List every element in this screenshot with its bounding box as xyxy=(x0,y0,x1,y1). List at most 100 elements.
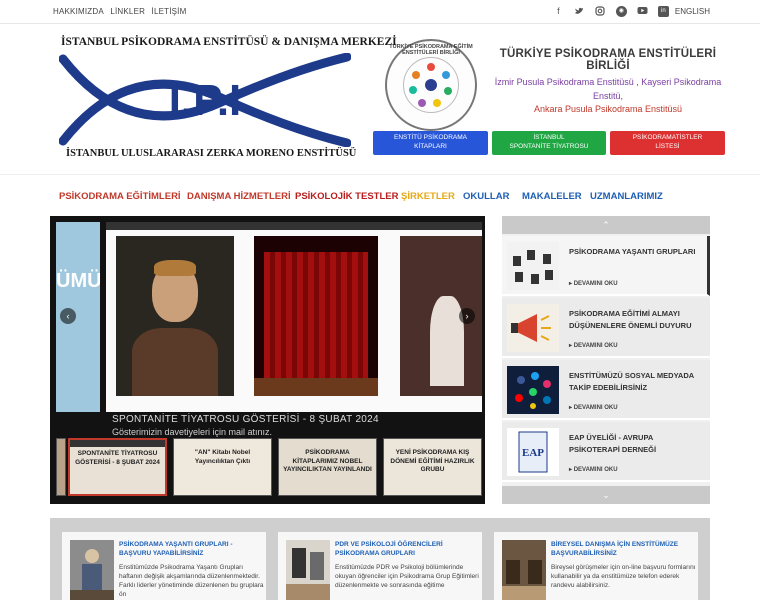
union-info: TÜRKİYE PSİKODRAMA ENSTİTÜLERİ BİRLİĞİ İ… xyxy=(488,48,728,117)
button-label-line2: LİSTESİ xyxy=(655,142,680,150)
linkedin-icon[interactable]: in xyxy=(657,6,669,17)
institute-logo[interactable]: İSTANBUL PSİKODRAMA ENSTİTÜSÜ & DANIŞMA … xyxy=(55,36,397,164)
social-media-image xyxy=(507,366,559,414)
thumb-title: SPONTANİTE TİYATROSU GÖSTERİSİ - 8 ŞUBAT… xyxy=(75,450,160,466)
slider-thumb[interactable] xyxy=(56,438,66,496)
card-image xyxy=(286,540,330,600)
sidebar-item-title[interactable]: EAP ÜYELİĞİ - AVRUPA PSİKOTERAPİ DERNEĞİ xyxy=(569,432,705,456)
stage-floor xyxy=(254,378,378,396)
button-label-line2: KİTAPLARI xyxy=(414,142,447,150)
sidebar-item-title[interactable]: PSİKODRAMA EĞİTİMİ ALMAYI DÜŞÜNENLERE ÖN… xyxy=(569,308,705,332)
slide-title[interactable]: SPONTANİTE TİYATROSU GÖSTERİSİ - 8 ŞUBAT… xyxy=(112,414,482,425)
logo-top-text: İSTANBUL PSİKODRAMA ENSTİTÜSÜ & DANIŞMA … xyxy=(61,36,397,48)
card-text: Enstitümüzde PDR ve Psikoloji bölümlerin… xyxy=(335,564,479,589)
slider-thumb[interactable]: YENİ PSİKODRAMA KIŞ DÖNEMİ EĞİTİMİ HAZIR… xyxy=(383,438,482,496)
nav-item-articles[interactable]: MAKALELER xyxy=(522,191,582,202)
sidebar-item-eap[interactable]: EAP EAP ÜYELİĞİ - AVRUPA PSİKOTERAPİ DER… xyxy=(502,422,710,482)
union-seal-logo[interactable]: TÜRKİYE PSİKODRAMA EĞİTİM ENSTİTÜLERİ Bİ… xyxy=(385,39,477,131)
read-more-label: DEVAMINI OKU xyxy=(573,405,618,411)
globe-icon[interactable]: ◉ xyxy=(615,6,627,17)
thumb-title: YENİ PSİKODRAMA KIŞ DÖNEMİ EĞİTİMİ HAZIR… xyxy=(390,449,475,473)
nav-item-experts[interactable]: UZMANLARIMIZ xyxy=(590,191,663,202)
eap-logo-image: EAP xyxy=(507,428,559,476)
button-label-line1: ENSTİTÜ PSİKODRAMA xyxy=(394,134,467,141)
sidebar-item-experience-groups[interactable]: PSİKODRAMA YAŞANTI GRUPLARI ▸ DEVAMINI O… xyxy=(502,236,710,296)
slider-thumbnails: SPONTANİTE TİYATROSU GÖSTERİSİ - 8 ŞUBAT… xyxy=(50,436,485,498)
button-label-line1: İSTANBUL xyxy=(533,134,565,141)
slider-thumb[interactable]: SPONTANİTE TİYATROSU GÖSTERİSİ - 8 ŞUBAT… xyxy=(68,438,167,496)
thumb-title: "AN" Kitabı Nobel Yayıncılıktan Çıktı xyxy=(194,449,251,465)
slider-next-button[interactable]: › xyxy=(459,308,475,324)
announcements-sidebar: ⌃ PSİKODRAMA YAŞANTI GRUPLARI ▸ DEVAMINI… xyxy=(502,216,710,504)
card-text: Bireysel görüşmeler için on-line başvuru… xyxy=(551,564,696,589)
nav-item-counseling[interactable]: DANIŞMA HİZMETLERİ xyxy=(187,191,291,202)
main-nav: PSİKODRAMA EĞİTİMLERİ DANIŞMA HİZMETLERİ… xyxy=(0,174,760,216)
featured-cards-band: PSİKODRAMA YAŞANTI GRUPLARI - BAŞVURU YA… xyxy=(50,518,710,600)
preview-text: ÜMÜ xyxy=(56,270,100,292)
slide-banner xyxy=(106,222,482,230)
slider-thumb[interactable]: "AN" Kitabı Nobel Yayıncılıktan Çıktı xyxy=(173,438,272,496)
nav-item-schools[interactable]: OKULLAR xyxy=(463,191,509,202)
top-link-links[interactable]: LİNKLER xyxy=(110,7,145,16)
sidebar-item-title[interactable]: ENSTİTÜMÜZÜ SOSYAL MEDYADA TAKİP EDEBİLİ… xyxy=(569,370,705,394)
seal-inner-ring xyxy=(403,57,459,113)
read-more-label: DEVAMINI OKU xyxy=(573,467,618,473)
read-more-label: DEVAMINI OKU xyxy=(573,343,618,349)
instagram-icon[interactable] xyxy=(595,6,606,17)
nav-item-companies[interactable]: ŞİRKETLER xyxy=(401,191,455,202)
read-more-link[interactable]: ▸ DEVAMINI OKU xyxy=(569,404,618,411)
card-individual-counseling[interactable]: BİREYSEL DANIŞMA İÇİN ENSTİTÜMÜZE BAŞVUR… xyxy=(494,532,698,600)
card-title[interactable]: PSİKODRAMA YAŞANTI GRUPLARI - BAŞVURU YA… xyxy=(119,541,264,558)
union-title: TÜRKİYE PSİKODRAMA ENSTİTÜLERİ BİRLİĞİ xyxy=(499,48,717,72)
twitter-icon[interactable] xyxy=(574,6,585,17)
sidebar-scroll-up-button[interactable]: ⌃ xyxy=(502,216,710,234)
top-bar: HAKKIMIZDA LİNKLER İLETİŞİM f ◉ in ENGLI… xyxy=(0,0,760,24)
photo-man xyxy=(116,236,234,396)
slider-thumb[interactable]: PSİKODRAMA KİTAPLARIMIZ NOBEL YAYINCILIK… xyxy=(278,438,377,496)
photo-stage-curtain xyxy=(254,236,378,396)
institute-books-button[interactable]: ENSTİTÜ PSİKODRAMA KİTAPLARI xyxy=(373,131,488,155)
read-more-link[interactable]: ▸ DEVAMINI OKU xyxy=(569,280,618,287)
nav-item-tests[interactable]: PSİKOLOJİK TESTLER xyxy=(295,191,398,202)
sidebar-item-social-media[interactable]: ENSTİTÜMÜZÜ SOSYAL MEDYADA TAKİP EDEBİLİ… xyxy=(502,360,710,420)
card-text: Enstitümüzde Psikodrama Yaşantı Grupları… xyxy=(119,564,264,598)
psychodramatists-list-button[interactable]: PSİKODRAMATİSTLER LİSTESİ xyxy=(610,131,725,155)
photo-hair xyxy=(154,260,196,276)
top-link-about[interactable]: HAKKIMIZDA xyxy=(53,7,104,16)
sidebar-scroll-down-button[interactable]: ⌄ xyxy=(502,486,710,504)
megaphone-image xyxy=(507,304,559,352)
photo-body xyxy=(132,328,218,396)
card-image xyxy=(70,540,114,600)
nav-item-trainings[interactable]: PSİKODRAMA EĞİTİMLERİ xyxy=(59,191,181,202)
youtube-icon[interactable] xyxy=(637,6,648,17)
facebook-icon[interactable]: f xyxy=(553,6,564,17)
seal-text: TÜRKİYE PSİKODRAMA EĞİTİM ENSTİTÜLERİ Bİ… xyxy=(389,44,473,56)
card-title[interactable]: PDR VE PSİKOLOJİ ÖĞRENCİLERİ PSİKODRAMA … xyxy=(335,541,480,558)
logo-bottom-text: İSTANBUL ULUSLARARASI ZERKA MORENO ENSTİ… xyxy=(66,148,357,159)
seal-people-graphic xyxy=(409,63,452,107)
union-link-izmir[interactable]: İzmir Pusula Psikodrama Enstitüsü xyxy=(495,77,634,87)
logo-mark: I.P.I xyxy=(169,76,242,125)
card-image xyxy=(502,540,546,600)
card-student-groups[interactable]: PDR VE PSİKOLOJİ ÖĞRENCİLERİ PSİKODRAMA … xyxy=(278,532,482,600)
card-experience-groups[interactable]: PSİKODRAMA YAŞANTI GRUPLARI - BAŞVURU YA… xyxy=(62,532,266,600)
read-more-link[interactable]: ▸ DEVAMINI OKU xyxy=(569,342,618,349)
slider-prev-button[interactable]: ‹ xyxy=(60,308,76,324)
thumb-title: PSİKODRAMA KİTAPLARIMIZ NOBEL YAYINCILIK… xyxy=(283,449,372,473)
slide-image[interactable] xyxy=(106,222,482,412)
performer-figure xyxy=(430,296,464,386)
language-switch[interactable]: ENGLISH xyxy=(675,7,710,16)
social-links: f ◉ in ENGLISH xyxy=(543,6,710,17)
sidebar-item-title[interactable]: PSİKODRAMA YAŞANTI GRUPLARI xyxy=(569,246,705,258)
union-link-ankara[interactable]: Ankara Pusula Psikodrama Enstitüsü xyxy=(534,104,682,114)
news-slider: ÜMÜ ‹ › SPONTANİTE TİYATROSU GÖSTERİSİ -… xyxy=(50,216,485,504)
card-title[interactable]: BİREYSEL DANIŞMA İÇİN ENSTİTÜMÜZE BAŞVUR… xyxy=(551,541,696,558)
chairs-circle-image xyxy=(507,242,559,290)
read-more-link[interactable]: ▸ DEVAMINI OKU xyxy=(569,466,618,473)
read-more-label: DEVAMINI OKU xyxy=(573,281,618,287)
sidebar-item-training-notice[interactable]: PSİKODRAMA EĞİTİMİ ALMAYI DÜŞÜNENLERE ÖN… xyxy=(502,298,710,358)
button-label-line1: PSİKODRAMATİSTLER xyxy=(632,134,703,141)
top-link-contact[interactable]: İLETİŞİM xyxy=(152,7,187,16)
thumb-strip xyxy=(70,440,165,447)
spontaneity-theatre-button[interactable]: İSTANBUL SPONTANİTE TİYATROSU xyxy=(492,131,606,155)
